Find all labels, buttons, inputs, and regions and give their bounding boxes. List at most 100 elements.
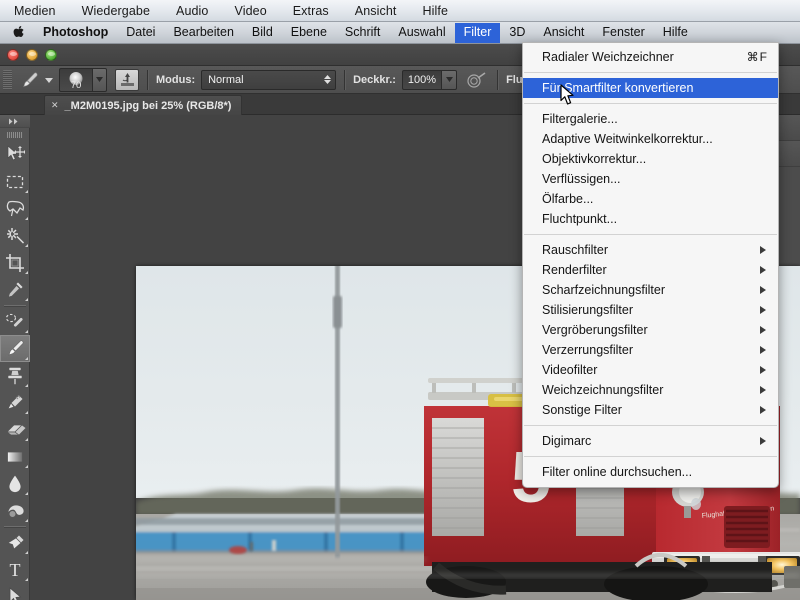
tool-options-corner-icon [25, 438, 28, 441]
ps-menu-item-fenster[interactable]: Fenster [593, 23, 653, 43]
move-tool[interactable] [0, 141, 30, 168]
menu-separator [524, 103, 777, 104]
menu-item-rauschfilter[interactable]: Rauschfilter [523, 240, 778, 260]
options-bar-grip[interactable] [3, 69, 12, 90]
menu-item-videofilter[interactable]: Videofilter [523, 360, 778, 380]
tools-panel-grip[interactable] [6, 132, 23, 138]
menu-item-label: Verflüssigen... [542, 172, 621, 186]
quick-selection-tool[interactable] [0, 222, 30, 249]
menu-item-weichzeichnungsfilter[interactable]: Weichzeichnungsfilter [523, 380, 778, 400]
ps-menu-item-bearbeiten[interactable]: Bearbeiten [164, 23, 242, 43]
menu-separator [524, 425, 777, 426]
tools-divider-2 [3, 526, 26, 527]
ps-menu-item-auswahl[interactable]: Auswahl [389, 23, 454, 43]
menu-item-vergroeberungsfilter[interactable]: Vergröberungsfilter [523, 320, 778, 340]
ps-menu-item-ansicht[interactable]: Ansicht [534, 23, 593, 43]
ps-menu-item-3d[interactable]: 3D [500, 23, 534, 43]
brush-size-preview[interactable]: 70 [59, 67, 93, 92]
filter-dropdown-menu[interactable]: Radialer Weichzeichner ⌘F Für Smartfilte… [522, 42, 779, 488]
host-menu-item-video[interactable]: Video [235, 4, 267, 18]
options-separator [147, 69, 148, 90]
menu-item-label: Für Smartfilter konvertieren [542, 81, 694, 95]
zoom-button[interactable] [45, 49, 57, 61]
brush-panel-toggle[interactable] [93, 67, 107, 92]
ps-menu-item-photoshop[interactable]: Photoshop [34, 23, 117, 43]
host-menu-item-medien[interactable]: Medien [14, 4, 56, 18]
blend-mode-select[interactable]: Normal [201, 69, 337, 90]
menu-item-digimarc[interactable]: Digimarc [523, 431, 778, 451]
menu-separator [524, 72, 777, 73]
menu-item-fuer-smartfilter-konvertieren[interactable]: Für Smartfilter konvertieren [523, 78, 778, 98]
host-menu-item-audio[interactable]: Audio [176, 4, 208, 18]
menu-item-oelfarbe[interactable]: Ölfarbe... [523, 189, 778, 209]
history-brush-tool[interactable] [0, 389, 30, 416]
tablet-pressure-icon[interactable] [115, 68, 139, 91]
tool-options-corner-icon [25, 578, 28, 581]
menu-item-filtergalerie[interactable]: Filtergalerie... [523, 109, 778, 129]
pen-tool[interactable] [0, 529, 30, 556]
brush-tool[interactable] [0, 335, 30, 362]
ps-menu-item-datei[interactable]: Datei [117, 23, 164, 43]
menu-item-renderfilter[interactable]: Renderfilter [523, 260, 778, 280]
options-separator-2 [344, 69, 346, 90]
eraser-tool[interactable] [0, 416, 30, 443]
menu-item-label: Objektivkorrektur... [542, 152, 647, 166]
svg-text:T: T [10, 560, 21, 579]
tool-options-corner-icon [25, 384, 28, 387]
menu-item-fluchtpunkt[interactable]: Fluchtpunkt... [523, 209, 778, 229]
ps-menu-item-filter[interactable]: Filter [454, 22, 501, 43]
brush-tool-icon[interactable] [17, 69, 43, 91]
document-tab[interactable]: ✕ _M2M0195.jpg bei 25% (RGB/8*) [44, 95, 243, 115]
ps-menu-item-bild[interactable]: Bild [243, 23, 282, 43]
opacity-value: 100% [407, 73, 437, 86]
opacity-slider-toggle[interactable] [442, 69, 458, 90]
menu-item-filter-online-durchsuchen[interactable]: Filter online durchsuchen... [523, 462, 778, 482]
menu-item-shortcut: ⌘F [746, 50, 768, 64]
menu-item-label: Filtergalerie... [542, 112, 618, 126]
gradient-tool[interactable] [0, 443, 30, 470]
tool-options-corner-icon [25, 330, 28, 333]
spot-healing-brush-tool[interactable] [0, 308, 30, 335]
ps-menu-item-schrift[interactable]: Schrift [336, 23, 389, 43]
rectangular-marquee-tool[interactable] [0, 168, 30, 195]
close-button[interactable] [7, 49, 19, 61]
host-menu-item-ansicht[interactable]: Ansicht [355, 4, 397, 18]
collapse-panel-icon[interactable] [0, 115, 30, 128]
blur-tool[interactable] [0, 470, 30, 497]
path-selection-tool[interactable] [0, 583, 30, 600]
minimize-button[interactable] [26, 49, 38, 61]
menu-item-radialer-weichzeichner[interactable]: Radialer Weichzeichner ⌘F [523, 47, 778, 67]
host-menu-item-extras[interactable]: Extras [293, 4, 329, 18]
menu-item-objektivkorrektur[interactable]: Objektivkorrektur... [523, 149, 778, 169]
airbrush-icon[interactable] [465, 69, 489, 91]
brush-size-value: 70 [70, 79, 82, 91]
tool-options-corner-icon [25, 519, 28, 522]
menu-item-stilisierungsfilter[interactable]: Stilisierungsfilter [523, 300, 778, 320]
menu-item-scharfzeichnungsfilter[interactable]: Scharfzeichnungsfilter [523, 280, 778, 300]
eyedropper-tool[interactable] [0, 276, 30, 303]
menu-item-adaptive-weitwinkelkorrektur[interactable]: Adaptive Weitwinkelkorrektur... [523, 129, 778, 149]
options-separator-3 [497, 69, 499, 90]
host-menu-item-hilfe[interactable]: Hilfe [422, 4, 448, 18]
opacity-input[interactable]: 100% [401, 69, 443, 90]
type-tool[interactable]: T [0, 556, 30, 583]
ps-menu-item-ebene[interactable]: Ebene [282, 23, 336, 43]
tools-divider [3, 305, 26, 306]
crop-tool[interactable] [0, 249, 30, 276]
tool-options-corner-icon [25, 190, 28, 193]
menu-item-label: Adaptive Weitwinkelkorrektur... [542, 132, 713, 146]
menu-item-verfluessigen[interactable]: Verflüssigen... [523, 169, 778, 189]
dodge-tool[interactable] [0, 497, 30, 524]
menu-item-label: Vergröberungsfilter [542, 323, 648, 337]
lasso-tool[interactable] [0, 195, 30, 222]
submenu-arrow-icon [760, 406, 766, 414]
host-menu-item-wiedergabe[interactable]: Wiedergabe [82, 4, 150, 18]
close-icon[interactable]: ✕ [51, 101, 59, 110]
apple-logo-icon[interactable] [6, 25, 32, 40]
menu-item-label: Renderfilter [542, 263, 607, 277]
ps-menu-item-hilfe[interactable]: Hilfe [654, 23, 697, 43]
menu-item-sonstige-filter[interactable]: Sonstige Filter [523, 400, 778, 420]
menu-item-verzerrungsfilter[interactable]: Verzerrungsfilter [523, 340, 778, 360]
brush-preset-caret-icon[interactable] [43, 69, 55, 91]
clone-stamp-tool[interactable] [0, 362, 30, 389]
